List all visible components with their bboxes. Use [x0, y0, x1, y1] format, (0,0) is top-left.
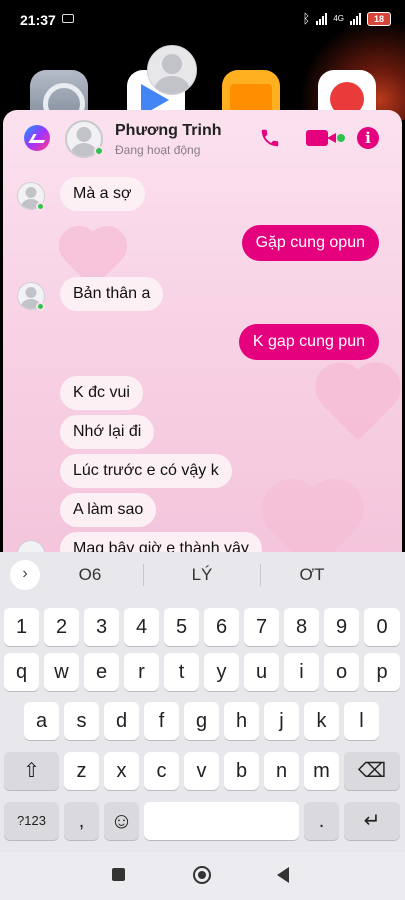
- suggestion-bar: › O6 LÝ ƠT: [0, 552, 405, 596]
- message-bubble-incoming[interactable]: Lúc trước e có vậy k: [60, 454, 232, 488]
- key-m[interactable]: m: [304, 752, 339, 790]
- key-u[interactable]: u: [244, 653, 279, 691]
- shift-key[interactable]: ⇧: [4, 752, 59, 790]
- key-b[interactable]: b: [224, 752, 259, 790]
- network-indicator: 4G: [333, 13, 344, 23]
- message-bubble-incoming[interactable]: A làm sao: [60, 493, 157, 527]
- heart-decoration: [322, 369, 394, 441]
- period-key[interactable]: .: [304, 802, 339, 840]
- comma-key[interactable]: ,: [64, 802, 99, 840]
- chat-head-bubble[interactable]: [147, 45, 197, 95]
- key-j[interactable]: j: [264, 702, 299, 740]
- online-status-dot: [36, 202, 45, 211]
- key-p[interactable]: p: [364, 653, 400, 691]
- avatar-head: [25, 187, 37, 198]
- key-x[interactable]: x: [104, 752, 139, 790]
- key-1[interactable]: 1: [4, 608, 39, 646]
- message-bubble-incoming[interactable]: Nhớ lại đi: [60, 415, 155, 449]
- key-4[interactable]: 4: [124, 608, 159, 646]
- key-8[interactable]: 8: [284, 608, 319, 646]
- battery-level: 18: [373, 13, 384, 24]
- key-2[interactable]: 2: [44, 608, 79, 646]
- key-3[interactable]: 3: [84, 608, 119, 646]
- key-g[interactable]: g: [184, 702, 219, 740]
- avatar-head: [76, 127, 92, 142]
- enter-key[interactable]: ↵: [344, 802, 400, 840]
- key-e[interactable]: e: [84, 653, 119, 691]
- key-s[interactable]: s: [64, 702, 99, 740]
- network-type: 4G: [333, 13, 344, 23]
- message-bubble-incoming[interactable]: K đc vui: [60, 376, 143, 410]
- key-z[interactable]: z: [64, 752, 99, 790]
- online-status-dot: [36, 302, 45, 311]
- key-w[interactable]: w: [44, 653, 79, 691]
- suggestion-1[interactable]: O6: [50, 565, 130, 585]
- key-q[interactable]: q: [4, 653, 39, 691]
- messenger-chat-window: Phương Trinh Đang hoạt động i Mà a sợ Gặ…: [3, 110, 402, 552]
- bluetooth-icon: ᛒ: [302, 11, 311, 26]
- keyboard: › O6 LÝ ƠT 1 2 3 4 5 6 7 8 9 0 q w e r t…: [0, 552, 405, 852]
- key-r[interactable]: r: [124, 653, 159, 691]
- symbols-key[interactable]: ?123: [4, 802, 59, 840]
- key-f[interactable]: f: [144, 702, 179, 740]
- recent-apps-button[interactable]: [112, 868, 125, 881]
- online-status-dot: [94, 146, 104, 156]
- gallery-notification-icon: [62, 14, 74, 23]
- contact-status: Đang hoạt động: [115, 143, 201, 157]
- key-l[interactable]: l: [344, 702, 379, 740]
- chat-header: Phương Trinh Đang hoạt động i: [3, 110, 402, 166]
- message-bubble-outgoing[interactable]: Gặp cung opun: [241, 225, 379, 261]
- avatar-head: [25, 287, 37, 298]
- message-bubble-incoming[interactable]: Mag bây giờ e thành vậy: [60, 532, 262, 552]
- back-button[interactable]: [277, 867, 289, 883]
- key-t[interactable]: t: [164, 653, 199, 691]
- key-6[interactable]: 6: [204, 608, 239, 646]
- key-h[interactable]: h: [224, 702, 259, 740]
- emoji-key[interactable]: ☺: [104, 802, 139, 840]
- status-icons: ᛒ 4G 18: [303, 11, 391, 26]
- status-time: 21:37: [20, 12, 56, 28]
- key-5[interactable]: 5: [164, 608, 199, 646]
- key-n[interactable]: n: [264, 752, 299, 790]
- info-icon[interactable]: i: [357, 127, 379, 149]
- status-bar: 21:37 ᛒ 4G 18: [0, 0, 405, 40]
- suggestion-2[interactable]: LÝ: [162, 565, 242, 585]
- message-bubble-incoming[interactable]: Mà a sợ: [60, 177, 145, 211]
- message-bubble-outgoing[interactable]: K gap cung pun: [238, 324, 379, 360]
- key-9[interactable]: 9: [324, 608, 359, 646]
- key-d[interactable]: d: [104, 702, 139, 740]
- suggestion-3[interactable]: ƠT: [272, 565, 352, 585]
- suggestion-expand-button[interactable]: ›: [10, 560, 40, 590]
- key-k[interactable]: k: [304, 702, 339, 740]
- key-y[interactable]: y: [204, 653, 239, 691]
- key-7[interactable]: 7: [244, 608, 279, 646]
- suggestion-divider: [143, 564, 144, 586]
- key-i[interactable]: i: [284, 653, 319, 691]
- messenger-icon[interactable]: [24, 125, 50, 151]
- message-bubble-incoming[interactable]: Bản thân a: [60, 277, 164, 311]
- signal-icon: [316, 12, 328, 25]
- contact-name[interactable]: Phương Trinh: [115, 122, 222, 140]
- key-0[interactable]: 0: [364, 608, 400, 646]
- message-avatar: [17, 540, 45, 552]
- space-key[interactable]: [144, 802, 299, 840]
- system-navigation-bar: [0, 852, 405, 900]
- battery-icon: 18: [367, 11, 391, 26]
- video-online-dot: [337, 134, 345, 142]
- avatar-body: [154, 76, 190, 94]
- home-button[interactable]: [193, 866, 211, 884]
- signal-icon-2: [350, 12, 361, 25]
- key-a[interactable]: a: [24, 702, 59, 740]
- suggestion-divider: [260, 564, 261, 586]
- phone-icon[interactable]: [259, 127, 281, 149]
- heart-decoration: [270, 487, 356, 552]
- avatar-head: [162, 54, 182, 74]
- key-c[interactable]: c: [144, 752, 179, 790]
- key-v[interactable]: v: [184, 752, 219, 790]
- video-call-icon[interactable]: [306, 130, 336, 146]
- backspace-key[interactable]: ⌫: [344, 752, 400, 790]
- key-o[interactable]: o: [324, 653, 359, 691]
